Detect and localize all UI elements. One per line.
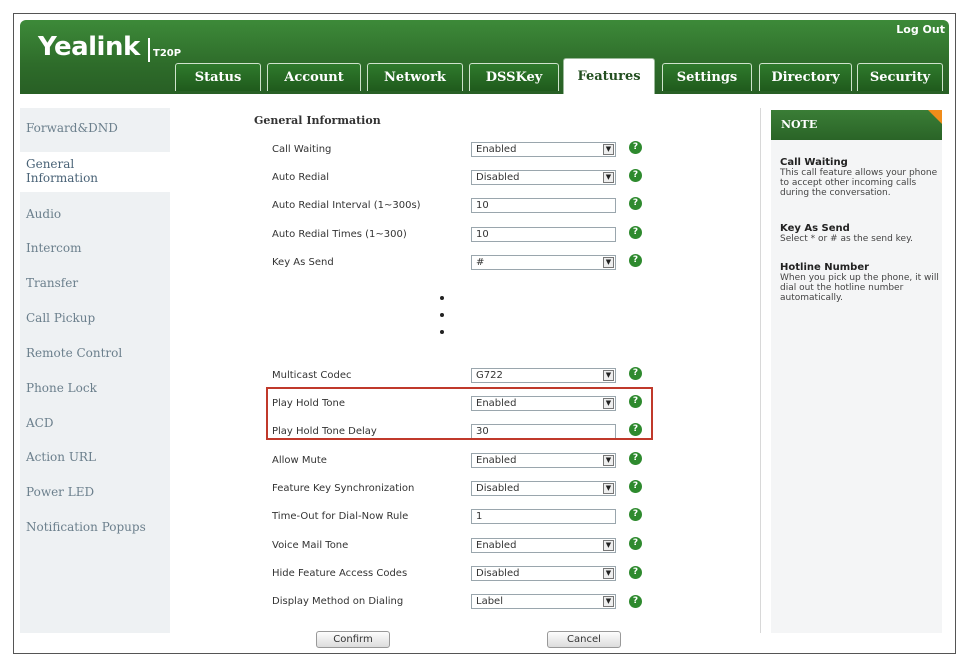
- sidebar-item-remote-control[interactable]: Remote Control: [26, 346, 122, 360]
- logout-link[interactable]: Log Out: [896, 23, 945, 36]
- note-corner-icon: [928, 110, 942, 124]
- label-hide-feature-access-codes: Hide Feature Access Codes: [272, 568, 408, 579]
- label-multicast-codec: Multicast Codec: [272, 370, 352, 381]
- note-heading: Call Waiting: [780, 157, 848, 168]
- sidebar-item-power-led[interactable]: Power LED: [26, 485, 94, 499]
- label-time-out-dial-now: Time-Out for Dial-Now Rule: [272, 511, 409, 522]
- select-value: Enabled: [476, 455, 517, 466]
- label-auto-redial: Auto Redial: [272, 172, 330, 183]
- call-waiting-select[interactable]: Enabled ▼: [471, 142, 616, 157]
- logo-separator: [148, 38, 150, 62]
- select-value: Disabled: [476, 172, 520, 183]
- sidebar-item-intercom[interactable]: Intercom: [26, 241, 81, 255]
- sidebar-item-transfer[interactable]: Transfer: [26, 276, 78, 290]
- sidebar-item-call-pickup[interactable]: Call Pickup: [26, 311, 95, 325]
- select-value: Enabled: [476, 540, 517, 551]
- tab-dsskey[interactable]: DSSKey: [469, 63, 559, 91]
- multicast-codec-select[interactable]: G722 ▼: [471, 368, 616, 383]
- dropdown-arrow-icon[interactable]: ▼: [603, 257, 614, 268]
- note-panel: [771, 140, 942, 633]
- note-text: When you pick up the phone, it will dial…: [780, 273, 939, 303]
- tab-directory[interactable]: Directory: [759, 63, 852, 91]
- auto-redial-times-input[interactable]: 10: [471, 227, 616, 242]
- select-value: G722: [476, 370, 503, 381]
- yealink-logo: Yealink: [38, 32, 140, 62]
- help-icon[interactable]: ?: [629, 452, 642, 465]
- label-key-as-send: Key As Send: [272, 257, 334, 268]
- help-icon[interactable]: ?: [629, 566, 642, 579]
- highlight-box: [266, 387, 653, 440]
- tab-account[interactable]: Account: [267, 63, 361, 91]
- dropdown-arrow-icon[interactable]: ▼: [603, 540, 614, 551]
- ellipsis-dot: [440, 296, 444, 300]
- hide-feature-access-codes-select[interactable]: Disabled ▼: [471, 566, 616, 581]
- divider: [760, 108, 761, 633]
- sidebar-item-forward-dnd[interactable]: Forward&DND: [26, 121, 118, 135]
- select-value: #: [476, 257, 485, 268]
- dropdown-arrow-icon[interactable]: ▼: [603, 596, 614, 607]
- note-header: NOTE: [771, 110, 942, 140]
- auto-redial-select[interactable]: Disabled ▼: [471, 170, 616, 185]
- sidebar-item-general-information[interactable]: General Information: [26, 157, 136, 185]
- note-text: This call feature allows your phone to a…: [780, 168, 938, 198]
- ellipsis-dot: [440, 330, 444, 334]
- sidebar-item-audio[interactable]: Audio: [26, 207, 61, 221]
- label-auto-redial-times: Auto Redial Times (1~300): [272, 229, 407, 240]
- help-icon[interactable]: ?: [629, 595, 642, 608]
- help-icon[interactable]: ?: [629, 226, 642, 239]
- note-heading: Hotline Number: [780, 262, 870, 273]
- label-call-waiting: Call Waiting: [272, 144, 332, 155]
- auto-redial-interval-input[interactable]: 10: [471, 198, 616, 213]
- label-voice-mail-tone: Voice Mail Tone: [272, 540, 349, 551]
- sidebar-item-acd[interactable]: ACD: [26, 416, 53, 430]
- label-feature-key-sync: Feature Key Synchronization: [272, 483, 415, 494]
- model-label: T20P: [153, 48, 182, 59]
- tab-features[interactable]: Features: [563, 58, 655, 94]
- dropdown-arrow-icon[interactable]: ▼: [603, 455, 614, 466]
- tab-status[interactable]: Status: [175, 63, 261, 91]
- label-allow-mute: Allow Mute: [272, 455, 327, 466]
- tab-security[interactable]: Security: [857, 63, 943, 91]
- help-icon[interactable]: ?: [629, 367, 642, 380]
- select-value: Disabled: [476, 483, 520, 494]
- sidebar-item-action-url[interactable]: Action URL: [26, 450, 96, 464]
- help-icon[interactable]: ?: [629, 141, 642, 154]
- help-icon[interactable]: ?: [629, 480, 642, 493]
- key-as-send-select[interactable]: # ▼: [471, 255, 616, 270]
- sidebar-item-notification-popups[interactable]: Notification Popups: [26, 520, 146, 534]
- section-title: General Information: [254, 114, 381, 127]
- help-icon[interactable]: ?: [629, 537, 642, 550]
- time-out-dial-now-input[interactable]: 1: [471, 509, 616, 524]
- select-value: Disabled: [476, 568, 520, 579]
- dropdown-arrow-icon[interactable]: ▼: [603, 370, 614, 381]
- tab-network[interactable]: Network: [367, 63, 463, 91]
- confirm-button[interactable]: Confirm: [316, 631, 390, 648]
- ellipsis-dot: [440, 313, 444, 317]
- tab-settings[interactable]: Settings: [662, 63, 752, 91]
- allow-mute-select[interactable]: Enabled ▼: [471, 453, 616, 468]
- help-icon[interactable]: ?: [629, 508, 642, 521]
- note-text: Select * or # as the send key.: [780, 234, 913, 244]
- dropdown-arrow-icon[interactable]: ▼: [603, 172, 614, 183]
- label-display-method-dialing: Display Method on Dialing: [272, 596, 404, 607]
- help-icon[interactable]: ?: [629, 254, 642, 267]
- feature-key-sync-select[interactable]: Disabled ▼: [471, 481, 616, 496]
- dropdown-arrow-icon[interactable]: ▼: [603, 483, 614, 494]
- voice-mail-tone-select[interactable]: Enabled ▼: [471, 538, 616, 553]
- label-auto-redial-interval: Auto Redial Interval (1~300s): [272, 200, 421, 211]
- dropdown-arrow-icon[interactable]: ▼: [603, 144, 614, 155]
- help-icon[interactable]: ?: [629, 169, 642, 182]
- dropdown-arrow-icon[interactable]: ▼: [603, 568, 614, 579]
- display-method-dialing-select[interactable]: Label ▼: [471, 594, 616, 609]
- sidebar-item-phone-lock[interactable]: Phone Lock: [26, 381, 97, 395]
- help-icon[interactable]: ?: [629, 197, 642, 210]
- cancel-button[interactable]: Cancel: [547, 631, 621, 648]
- select-value: Label: [476, 596, 503, 607]
- note-heading: Key As Send: [780, 223, 850, 234]
- select-value: Enabled: [476, 144, 517, 155]
